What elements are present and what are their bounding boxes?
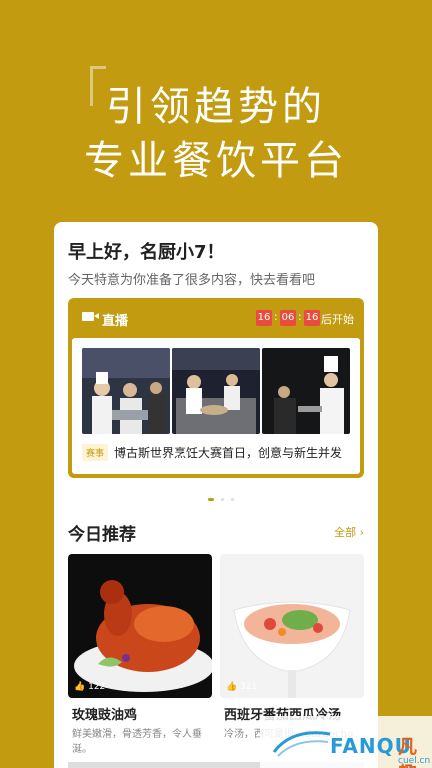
carousel-indicator [208, 486, 236, 505]
carousel-dot-active [208, 498, 214, 501]
carousel-dot [221, 498, 225, 501]
dish-image: 👍 122 [68, 554, 212, 698]
countdown-suffix: 后开始 [321, 313, 354, 326]
dish-image: 👍 321 [220, 554, 364, 698]
countdown-minutes: 06 [280, 310, 296, 326]
live-headline[interactable]: 博古斯世界烹饪大赛首日，创意与新生并发 [114, 444, 342, 461]
thumbs-up-icon: 👍 [74, 682, 86, 692]
live-section[interactable]: 直播 16 : 06 : 16 后开始 赛事 博古斯世界烹饪大赛首日，创意与新生… [68, 298, 364, 478]
dish-description: 鲜美嫩滑，骨透芳香，令人垂涎。 [72, 729, 202, 755]
thumbs-up-icon: 👍 [226, 682, 238, 692]
countdown-seconds: 16 [304, 310, 320, 326]
view-all-label: 全部 [334, 526, 357, 539]
view-all-link[interactable]: 全部 › [334, 524, 364, 540]
home-card: 早上好，名厨小7！ 今天特意为你准备了很多内容，快去看看吧 直播 16 : 06… [54, 222, 378, 768]
watermark-domain: cuel.cn [398, 756, 431, 766]
live-photo-3 [262, 348, 350, 434]
dish-likes: 👍 122 [74, 682, 106, 692]
countdown-hours: 16 [256, 310, 272, 326]
hero-title-line1: 引领趋势的 [106, 84, 326, 130]
dish-likes: 👍 321 [226, 682, 258, 692]
countdown-separator: : [298, 310, 302, 323]
hero-title-line2: 专业餐饮平台 [84, 138, 348, 184]
brand-wave-icon [272, 731, 331, 757]
dish-name: 玫瑰豉油鸡 [72, 708, 138, 723]
live-photo-1 [82, 348, 170, 434]
chevron-right-icon: › [359, 526, 364, 539]
dish-card[interactable]: 👍 122 玫瑰豉油鸡 鲜美嫩滑，骨透芳香，令人垂涎。 [68, 554, 212, 768]
greeting-subtitle: 今天特意为你准备了很多内容，快去看看吧 [68, 273, 316, 288]
live-title: 直播 [102, 314, 129, 329]
live-photo-2 [172, 348, 260, 434]
greeting-text: 早上好，名厨小7！ [68, 242, 225, 263]
recommend-title: 今日推荐 [68, 525, 136, 545]
event-tag: 赛事 [82, 444, 109, 461]
carousel-dot [231, 498, 235, 501]
watermark: FANQU 凡趣 cuel.cn [260, 716, 432, 768]
countdown-separator: : [274, 310, 278, 323]
live-content[interactable]: 赛事 博古斯世界烹饪大赛首日，创意与新生并发 [72, 338, 360, 474]
video-camera-icon [82, 312, 99, 321]
